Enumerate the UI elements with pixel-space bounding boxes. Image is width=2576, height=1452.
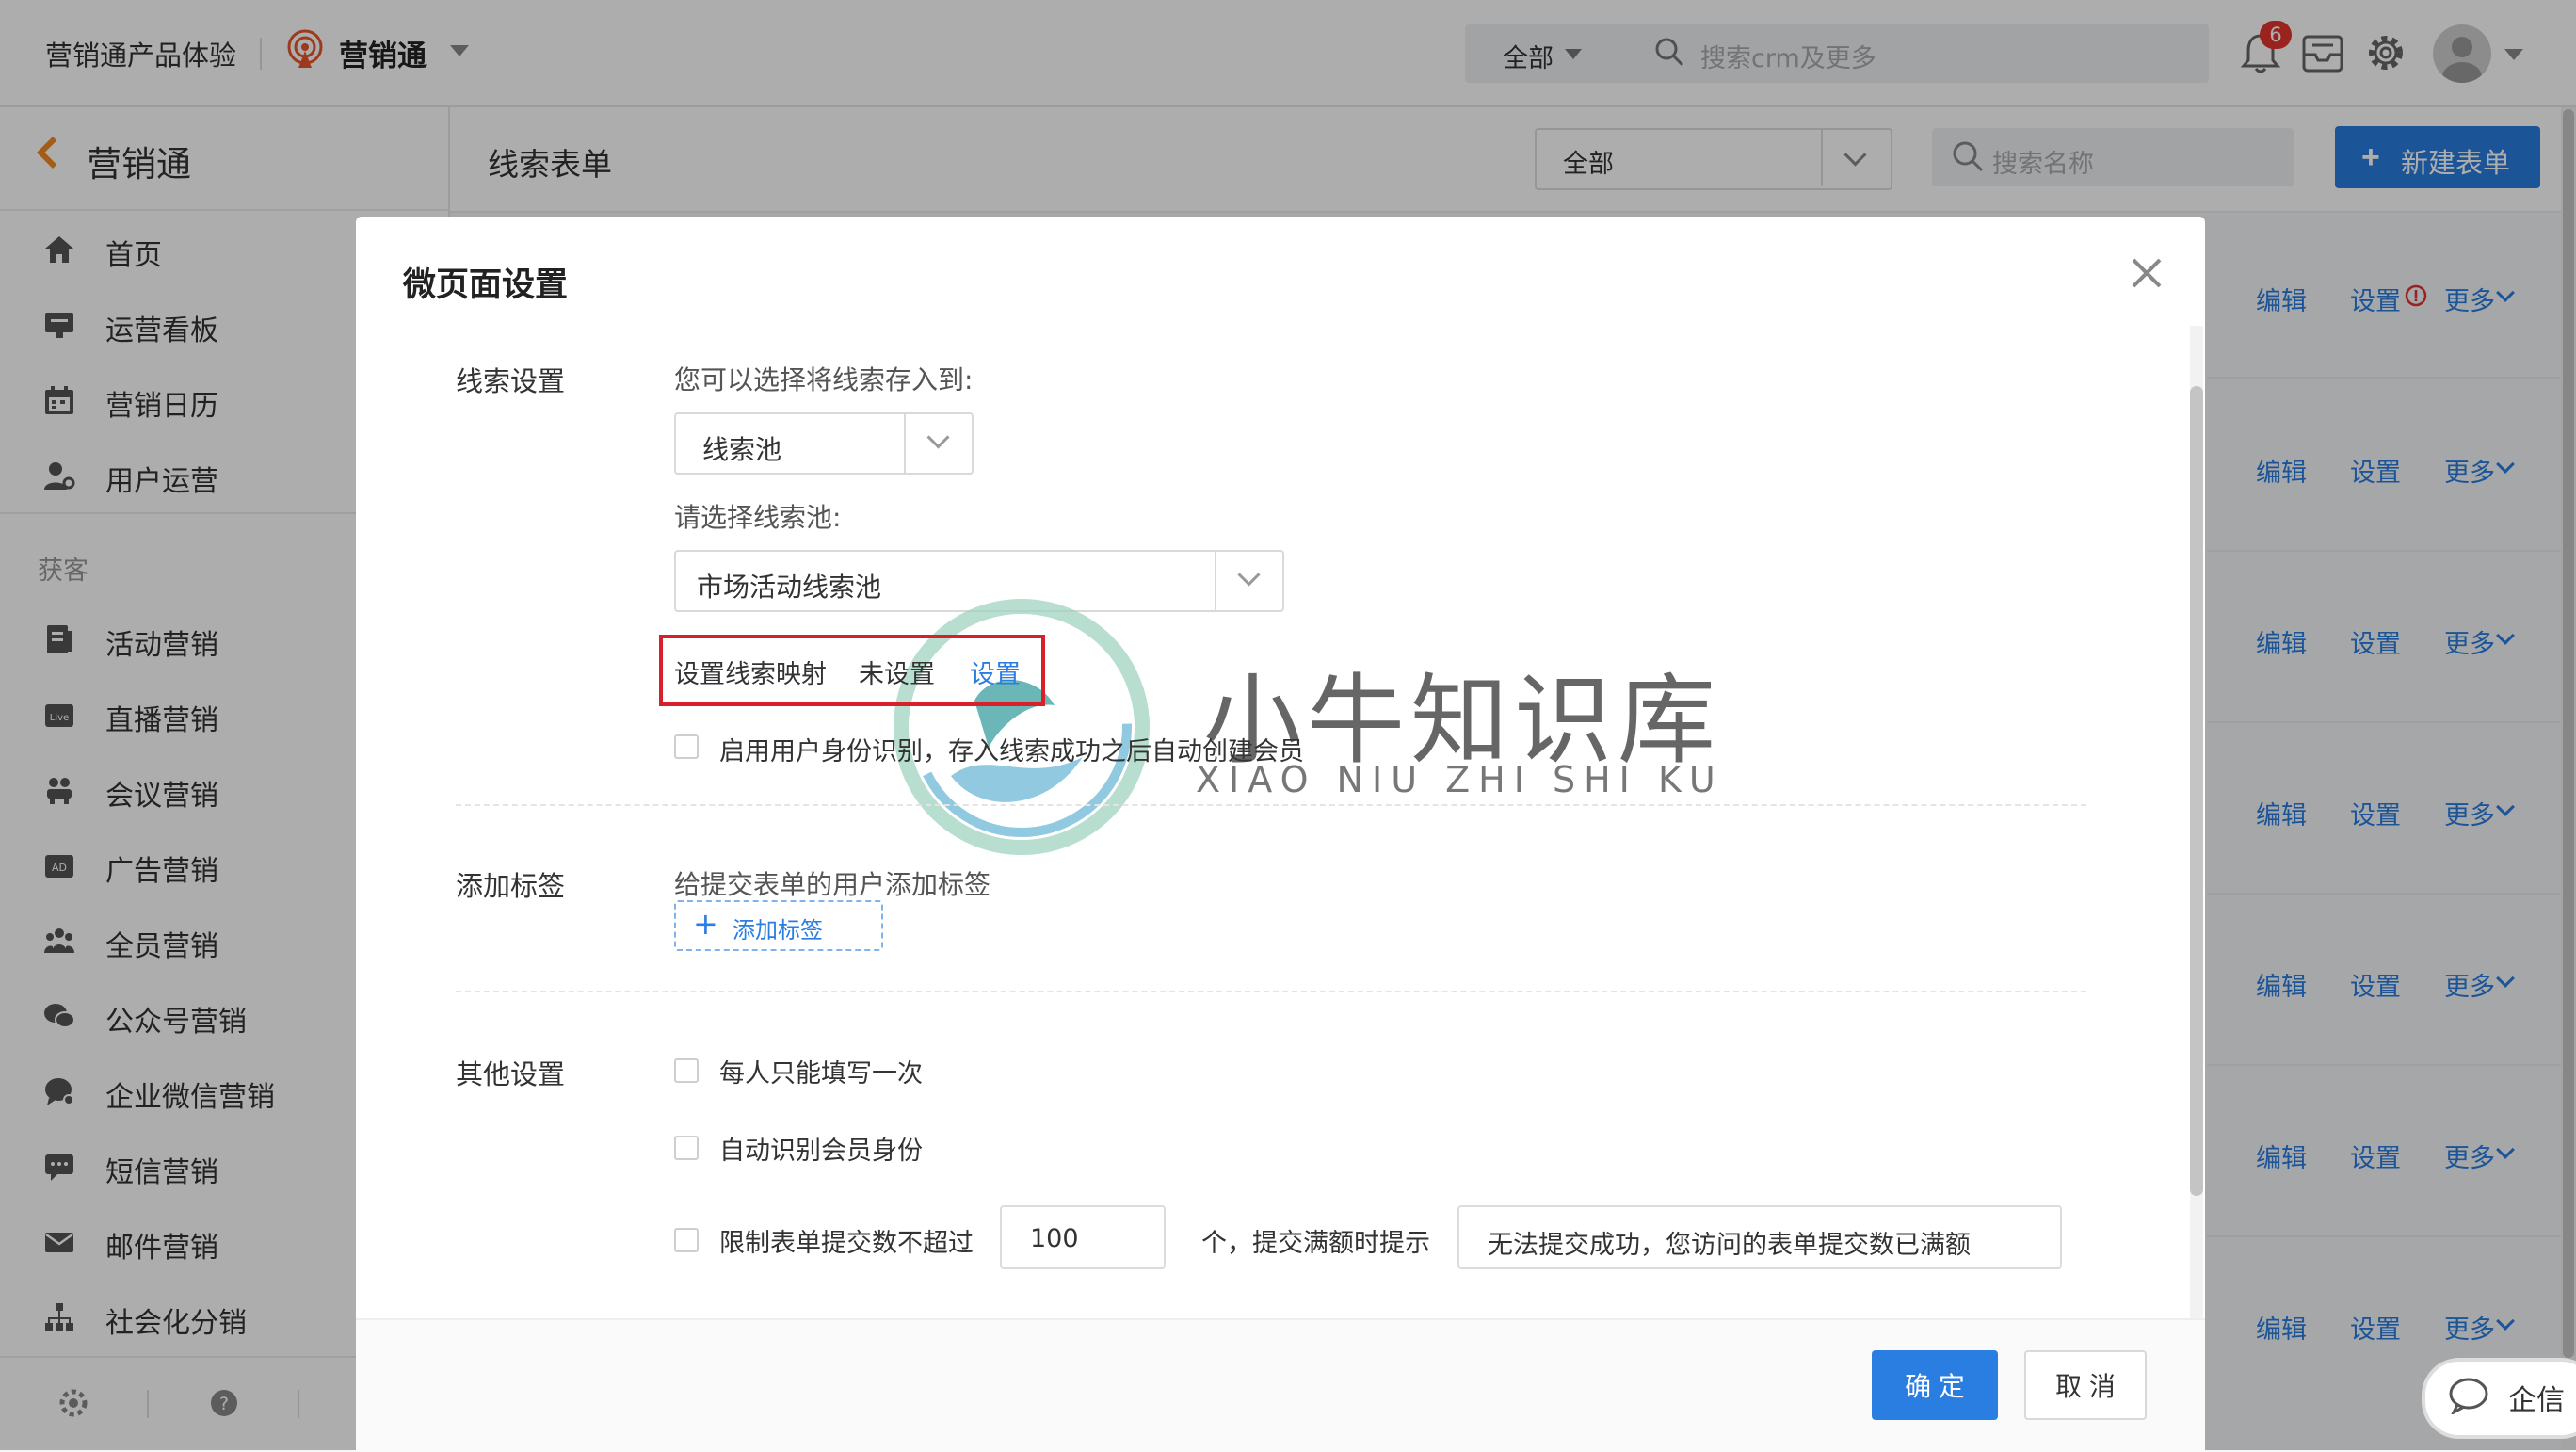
limit-checkbox-label[interactable]: 限制表单提交数不超过 [719, 1222, 974, 1259]
once-checkbox-label[interactable]: 每人只能填写一次 [719, 1053, 923, 1089]
plus-icon: + [693, 906, 718, 942]
chevron-down-icon [926, 426, 950, 449]
divider [904, 414, 906, 473]
lead-mapping-settings-link[interactable]: 设置 [970, 653, 1021, 690]
store-label: 您可以选择将线索存入到: [674, 364, 974, 395]
add-tag-button[interactable]: + 添加标签 [674, 900, 883, 951]
limit-message-input[interactable]: 无法提交成功，您访问的表单提交数已满额 [1457, 1205, 2062, 1269]
lead-settings-label: 线索设置 [456, 365, 566, 397]
store-target-value: 线索池 [702, 434, 782, 465]
tag-hint: 给提交表单的用户添加标签 [674, 869, 991, 900]
other-settings-label: 其他设置 [456, 1058, 566, 1090]
dialog-title: 微页面设置 [403, 266, 569, 304]
limit-checkbox[interactable] [674, 1228, 699, 1252]
limit-message-value: 无法提交成功，您访问的表单提交数已满额 [1488, 1231, 1971, 1260]
chevron-down-icon [1237, 563, 1261, 587]
auto-member-checkbox[interactable] [674, 1136, 699, 1160]
section-divider [456, 991, 2086, 992]
limit-unit-label: 个，提交满额时提示 [1201, 1229, 1430, 1258]
dialog-scrollbar-thumb[interactable] [2190, 386, 2203, 1196]
limit-count-input[interactable]: 100 [1000, 1205, 1166, 1269]
lead-pool-value: 市场活动线索池 [697, 572, 882, 603]
confirm-button[interactable]: 确 定 [1872, 1350, 1998, 1420]
add-tags-label: 添加标签 [456, 870, 566, 902]
store-target-select[interactable]: 线索池 [674, 412, 974, 475]
limit-count-value: 100 [1030, 1224, 1079, 1253]
add-tag-label: 添加标签 [733, 917, 823, 944]
lead-mapping-label: 设置线索映射 [674, 660, 827, 689]
identity-checkbox[interactable] [674, 734, 699, 759]
chat-widget-label[interactable]: 企信 [2508, 1377, 2565, 1418]
cancel-button[interactable]: 取 消 [2024, 1350, 2147, 1420]
once-checkbox[interactable] [674, 1058, 699, 1083]
lead-mapping-status: 未设置 [859, 660, 935, 689]
section-divider [456, 804, 2086, 806]
close-icon[interactable] [2130, 256, 2164, 290]
pool-label: 请选择线索池: [674, 502, 842, 533]
chat-bubble-icon[interactable] [2448, 1377, 2489, 1414]
auto-member-checkbox-label[interactable]: 自动识别会员身份 [719, 1130, 923, 1167]
identity-checkbox-label[interactable]: 启用用户身份识别，存入线索成功之后自动创建会员 [719, 731, 1304, 767]
